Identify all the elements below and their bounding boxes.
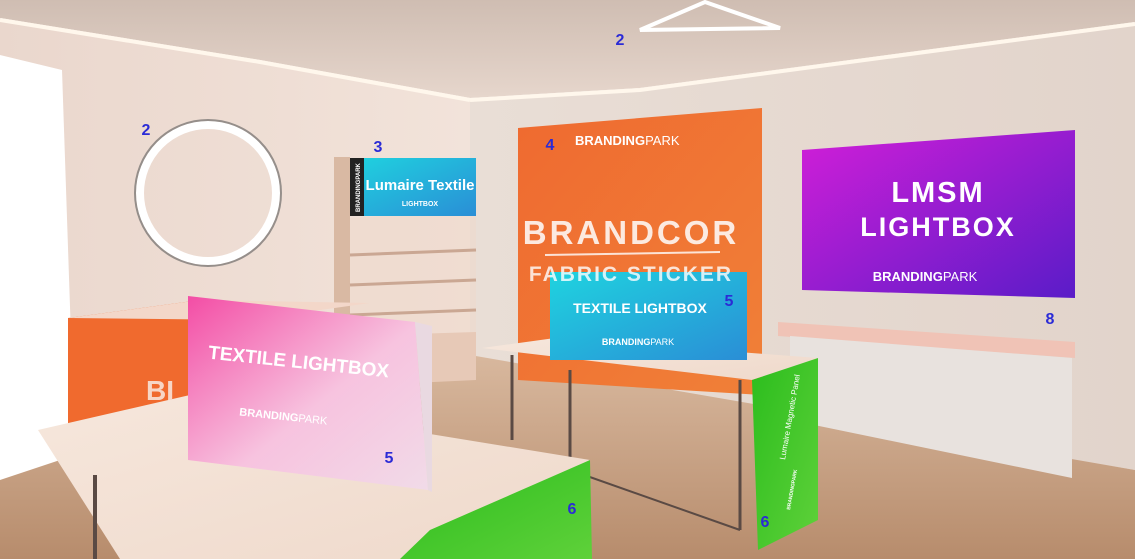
backdrop-brand-light: PARK (645, 133, 680, 148)
wall-lightbox-brand: BRANDINGPARK (873, 269, 978, 284)
teal-lightbox-brand-light: PARK (650, 337, 674, 347)
left-counter-text: BI (146, 375, 174, 406)
teal-lightbox-title: TEXTILE LIGHTBOX (573, 300, 707, 316)
shelf-lightbox-subtitle: LIGHTBOX (402, 201, 438, 208)
wall-lightbox-brand-bold: BRANDING (873, 269, 943, 284)
backdrop-brand: BRANDINGPARK (575, 133, 680, 148)
callout-green-panel-left: 6 (568, 501, 577, 518)
shelf-lightbox-side-brand: BRANDINGPARK (356, 162, 362, 212)
callout-shelf: 8 (1046, 311, 1055, 328)
wall-lightbox-brand-light: PARK (943, 269, 978, 284)
callout-green-panel-right: 6 (761, 514, 770, 531)
wall-lightbox-line1: LMSM (891, 177, 984, 209)
backdrop-brand-bold: BRANDING (575, 133, 645, 148)
backdrop-title: BRANDCOR (523, 214, 740, 251)
callout-ring-light: 2 (142, 122, 151, 139)
shelf-lightbox-title: Lumaire Textile (366, 177, 475, 194)
teal-lightbox-brand: BRANDINGPARK (602, 337, 674, 347)
backdrop-subtitle: FABRIC STICKER (529, 263, 733, 286)
callout-pink-lightbox: 5 (385, 450, 394, 467)
showroom-scene: Lumaire Textile LIGHTBOX BRANDINGPARK BR… (0, 0, 1135, 559)
wall-lightbox-line2: LIGHTBOX (860, 212, 1016, 242)
callout-shelf-lightbox: 3 (374, 139, 383, 156)
callout-ceiling-light: 2 (616, 32, 625, 49)
callout-teal-lightbox: 5 (725, 293, 734, 310)
callout-backdrop: 4 (546, 137, 555, 154)
scene-svg: Lumaire Textile LIGHTBOX BRANDINGPARK BR… (0, 0, 1135, 559)
teal-lightbox-brand-bold: BRANDING (602, 337, 651, 347)
